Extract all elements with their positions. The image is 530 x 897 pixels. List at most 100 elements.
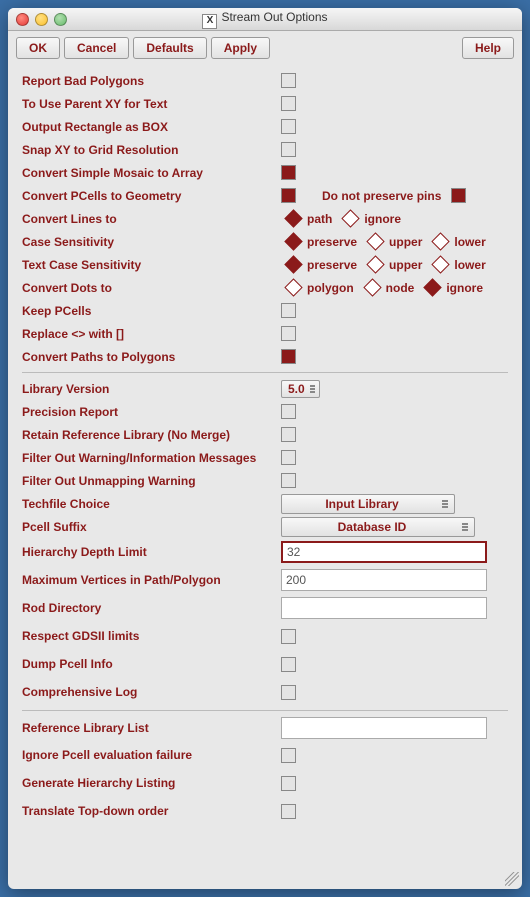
text-case-sensitivity-lower-radio-label: lower [454,258,485,272]
techfile-label: Techfile Choice [22,497,277,511]
ignore-pcell-eval-label: Ignore Pcell evaluation failure [22,748,277,762]
precision-report-label: Precision Report [22,405,277,419]
help-button[interactable]: Help [462,37,514,59]
techfile-dropdown[interactable]: Input Library [281,494,455,514]
convert-lines-path-radio-label: path [307,212,332,226]
text-case-sensitivity-lower-radio[interactable] [432,255,450,273]
dump-pcell-info-label: Dump Pcell Info [22,657,277,671]
window-title: XStream Out Options [8,10,522,29]
rod-dir-row: Rod Directory [22,594,508,622]
keep-pcells-row: Keep PCells [22,299,508,322]
ref-lib-row: Reference Library List [22,715,508,741]
convert-paths-polygons-checkbox[interactable] [281,349,296,364]
keep-pcells-checkbox[interactable] [281,303,296,318]
library-version-label: Library Version [22,382,277,396]
convert-mosaic-array-label: Convert Simple Mosaic to Array [22,166,277,180]
convert-dots-node-radio[interactable] [363,278,381,296]
convert-dots-row: Convert Dots topolygonnodeignore [22,276,508,299]
translate-topdown-label: Translate Top-down order [22,804,277,818]
minimize-icon[interactable] [35,13,48,26]
translate-topdown-checkbox[interactable] [281,804,296,819]
output-rect-box-checkbox[interactable] [281,119,296,134]
no-preserve-pins-checkbox[interactable] [451,188,466,203]
report-bad-polygons-checkbox[interactable] [281,73,296,88]
ignore-pcell-eval-checkbox[interactable] [281,748,296,763]
convert-pcells-label: Convert PCells to Geometry [22,189,277,203]
case-sensitivity-preserve-radio[interactable] [284,232,302,250]
replace-brackets-row: Replace <> with [] [22,322,508,345]
hier-depth-label: Hierarchy Depth Limit [22,545,277,559]
use-parent-xy-row: To Use Parent XY for Text [22,92,508,115]
ok-button[interactable]: OK [16,37,60,59]
ref-lib-label: Reference Library List [22,721,277,735]
retain-ref-lib-checkbox[interactable] [281,427,296,442]
convert-pcells-checkbox[interactable] [281,188,296,203]
comprehensive-log-label: Comprehensive Log [22,685,277,699]
text-case-sensitivity-label: Text Case Sensitivity [22,258,277,272]
cancel-button[interactable]: Cancel [64,37,129,59]
resize-grip-icon[interactable] [505,872,519,886]
convert-lines-ignore-radio[interactable] [342,209,360,227]
convert-dots-label: Convert Dots to [22,281,277,295]
use-parent-xy-checkbox[interactable] [281,96,296,111]
convert-lines-row: Convert Lines to path ignore [22,207,508,230]
output-rect-box-label: Output Rectangle as BOX [22,120,277,134]
replace-brackets-checkbox[interactable] [281,326,296,341]
close-icon[interactable] [16,13,29,26]
text-case-sensitivity-row: Text Case Sensitivitypreserveupperlower [22,253,508,276]
hier-depth-input[interactable] [281,541,487,563]
retain-ref-lib-label: Retain Reference Library (No Merge) [22,428,277,442]
max-vertices-input[interactable] [281,569,487,591]
filter-unmap-warn-row: Filter Out Unmapping Warning [22,469,508,492]
convert-lines-label: Convert Lines to [22,212,277,226]
comprehensive-log-checkbox[interactable] [281,685,296,700]
dialog-window: XStream Out Options OK Cancel Defaults A… [8,8,522,889]
respect-gdsii-checkbox[interactable] [281,629,296,644]
case-sensitivity-upper-radio[interactable] [366,232,384,250]
translate-topdown-row: Translate Top-down order [22,797,508,825]
titlebar: XStream Out Options [8,8,522,31]
ref-lib-input[interactable] [281,717,487,739]
precision-report-checkbox[interactable] [281,404,296,419]
convert-dots-ignore-radio-label: ignore [446,281,483,295]
dump-pcell-info-checkbox[interactable] [281,657,296,672]
snap-xy-grid-label: Snap XY to Grid Resolution [22,143,277,157]
comprehensive-log-row: Comprehensive Log [22,678,508,706]
content: Report Bad Polygons To Use Parent XY for … [8,65,522,833]
zoom-icon[interactable] [54,13,67,26]
gen-hier-listing-label: Generate Hierarchy Listing [22,776,277,790]
gen-hier-listing-checkbox[interactable] [281,776,296,791]
pcell-suffix-label: Pcell Suffix [22,520,277,534]
convert-dots-ignore-radio[interactable] [424,278,442,296]
report-bad-polygons-row: Report Bad Polygons [22,69,508,92]
text-case-sensitivity-preserve-radio[interactable] [284,255,302,273]
rod-dir-input[interactable] [281,597,487,619]
text-case-sensitivity-upper-radio-label: upper [389,258,422,272]
retain-ref-lib-row: Retain Reference Library (No Merge) [22,423,508,446]
filter-unmap-warn-checkbox[interactable] [281,473,296,488]
respect-gdsii-label: Respect GDSII limits [22,629,277,643]
convert-lines-ignore-radio-label: ignore [364,212,401,226]
filter-unmap-warn-label: Filter Out Unmapping Warning [22,474,277,488]
case-sensitivity-label: Case Sensitivity [22,235,277,249]
defaults-button[interactable]: Defaults [133,37,206,59]
pcell-suffix-row: Pcell Suffix Database ID [22,515,508,538]
convert-mosaic-array-row: Convert Simple Mosaic to Array [22,161,508,184]
case-sensitivity-upper-radio-label: upper [389,235,422,249]
use-parent-xy-label: To Use Parent XY for Text [22,97,277,111]
snap-xy-grid-checkbox[interactable] [281,142,296,157]
case-sensitivity-lower-radio[interactable] [432,232,450,250]
apply-button[interactable]: Apply [211,37,270,59]
convert-pcells-row: Convert PCells to Geometry Do not preser… [22,184,508,207]
pcell-suffix-dropdown[interactable]: Database ID [281,517,475,537]
replace-brackets-label: Replace <> with [] [22,327,277,341]
convert-dots-polygon-radio[interactable] [284,278,302,296]
filter-warn-info-checkbox[interactable] [281,450,296,465]
text-case-sensitivity-upper-radio[interactable] [366,255,384,273]
convert-lines-path-radio[interactable] [284,209,302,227]
convert-mosaic-array-checkbox[interactable] [281,165,296,180]
snap-xy-grid-row: Snap XY to Grid Resolution [22,138,508,161]
keep-pcells-label: Keep PCells [22,304,277,318]
library-version-dropdown[interactable]: 5.0 [281,380,320,398]
convert-paths-polygons-label: Convert Paths to Polygons [22,350,277,364]
